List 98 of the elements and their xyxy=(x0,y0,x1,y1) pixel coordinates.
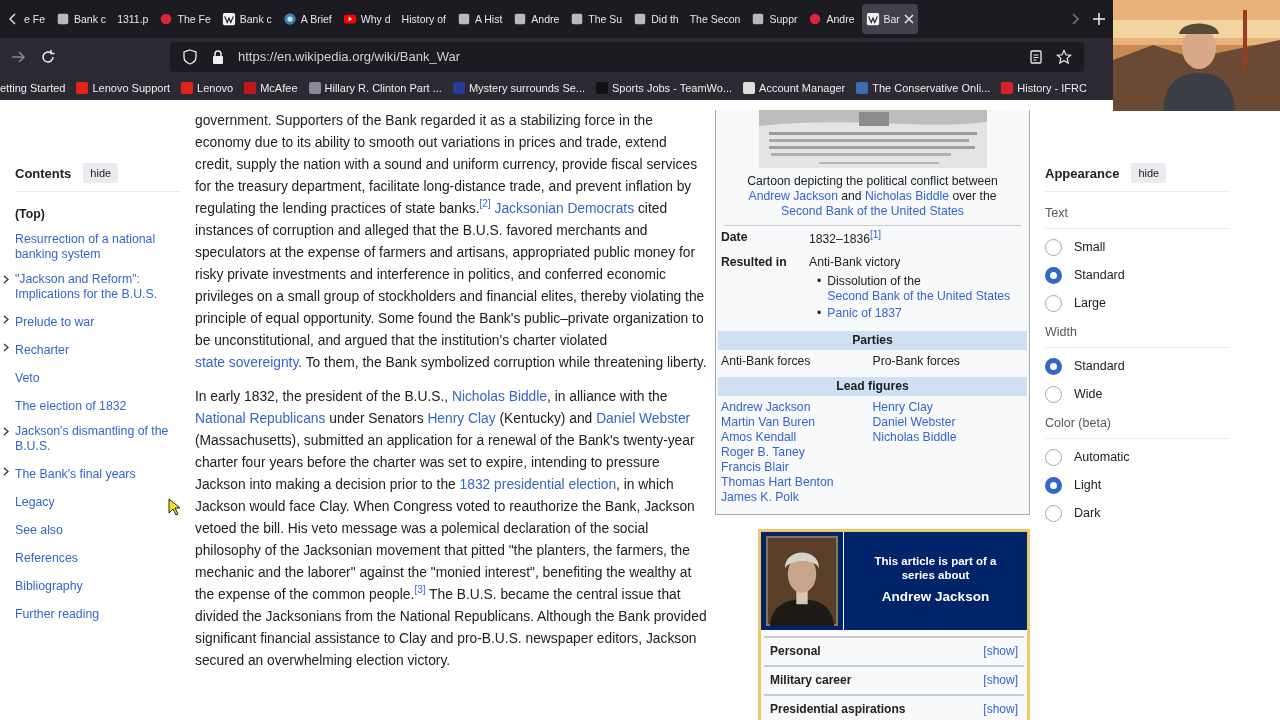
article-link[interactable]: National Republicans xyxy=(195,411,326,426)
result-link[interactable]: Second Bank of the United States xyxy=(827,289,1011,304)
contents-link[interactable]: Bibliography xyxy=(15,579,83,594)
bookmark[interactable]: Mystery surrounds Se... xyxy=(452,81,586,94)
hide-button[interactable]: hide xyxy=(83,163,119,183)
show-toggle[interactable]: [show] xyxy=(983,644,1018,660)
option-label[interactable]: Small xyxy=(1074,240,1106,254)
browser-tab[interactable]: History of xyxy=(397,4,450,34)
bookmark[interactable]: History - IFRC xyxy=(1001,81,1087,94)
row-label: Resulted in xyxy=(721,255,788,272)
figure-link[interactable]: Roger B. Taney xyxy=(721,445,873,461)
contents-link[interactable]: Further reading xyxy=(15,607,100,622)
date-value: 1832–1836$^{[1]}$ xyxy=(809,230,883,248)
browser-tab[interactable]: Suppr xyxy=(747,4,802,34)
contents-link[interactable]: Recharter xyxy=(15,343,69,358)
hide-button[interactable]: hide xyxy=(1131,163,1167,183)
figure-link[interactable]: Amos Kendall xyxy=(721,430,873,446)
contents-link[interactable]: Legacy xyxy=(15,495,55,510)
figure-link[interactable]: Andrew Jackson xyxy=(721,400,873,416)
browser-tab[interactable]: The Secon xyxy=(685,4,745,34)
group-label: Color (beta) xyxy=(1045,408,1230,439)
option-label[interactable]: Large xyxy=(1074,296,1106,310)
bookmark[interactable]: Lenovo xyxy=(181,81,234,94)
section-header: Lead figures xyxy=(718,377,1027,397)
caption-link[interactable]: Nicholas Biddle xyxy=(865,189,950,203)
result-link[interactable]: Panic of 1837 xyxy=(827,306,902,322)
party-name: Pro-Bank forces xyxy=(872,354,961,370)
option-label[interactable]: Standard xyxy=(1074,359,1125,373)
contents-link[interactable]: Resurrection of a national banking system xyxy=(15,232,180,262)
bullet-marker: • xyxy=(817,306,822,322)
figure-link[interactable]: James K. Polk xyxy=(721,490,873,506)
figure-link[interactable]: Martin Van Buren xyxy=(721,415,873,431)
contents-link[interactable]: Veto xyxy=(15,371,40,386)
figure-link[interactable]: Francis Blair xyxy=(721,460,873,476)
series-subject: Andrew Jackson xyxy=(881,588,990,607)
option-label[interactable]: Wide xyxy=(1074,387,1103,401)
browser-tab[interactable]: e Fe xyxy=(20,4,49,34)
figure-link[interactable]: Thomas Hart Benton xyxy=(721,475,873,491)
browser-tab[interactable]: A Brief xyxy=(278,4,336,34)
section-label: Personal xyxy=(770,644,821,660)
bookmark[interactable]: Sports Jobs - TeamWo... xyxy=(596,81,733,94)
contents-link[interactable]: "Jackson and Reform": Implications for the B.U.S. xyxy=(15,272,180,302)
figure-link[interactable]: Nicholas Biddle xyxy=(872,430,1024,446)
contents-link[interactable]: Prelude to war xyxy=(15,315,95,330)
contents-link[interactable]: The election of 1832 xyxy=(15,399,127,414)
group-label: Text xyxy=(1045,198,1230,229)
article-paragraph: government. Supporters of the Bank regarded it as a stabilizing force in the economy due to its ability to smooth out variations in prices and trade, extend credit, supply the nation with a sound and uniform currency, provide fiscal services for the treasury department, facilitate long-distance trade, and prevent inflation by regulating the lending practices of state banks.$^{[2]}$ Jacksonian Democrats cited instances of corruption and alleged that the B.U.S. favored merchants and speculators at the expense of farmers and artisans, appropriated public money for risky private investments and interference in politics, and conferred economic privileges on a small group of stockholders and financial elites, thereby violating the principle of equal opportunity. Some found the Bank's public–private organization to be unconstitutional, and argued that the institution's charter violated state sovereignty. To them, the Bank symbolized corruption while threatening liberty. xyxy=(195,112,707,372)
section-label: Military career xyxy=(770,673,852,689)
browser-tab[interactable]: Bank c xyxy=(217,4,276,34)
browser-tab[interactable]: The Su xyxy=(566,4,627,34)
show-toggle[interactable]: [show] xyxy=(983,702,1018,718)
appearance-heading: Appearance xyxy=(1045,165,1120,181)
option-label[interactable]: Automatic xyxy=(1074,450,1130,464)
bookmark[interactable]: Account Manager xyxy=(743,81,846,94)
article-link[interactable]: Jacksonian Democrats xyxy=(494,201,635,216)
browser-tab[interactable]: Bank c xyxy=(52,4,111,34)
bullet-marker: • xyxy=(817,274,822,291)
party-name: Anti-Bank forces xyxy=(721,354,812,370)
group-label: Width xyxy=(1045,317,1230,348)
contents-link[interactable]: Jackson's dismantling of the B.U.S. xyxy=(15,424,180,454)
contents-link[interactable]: (Top) xyxy=(15,207,45,222)
infobox-caption: Cartoon depicting the political conflict between Andrew Jackson and Nicholas Biddle over the Second Bank of the United States xyxy=(724,168,1021,226)
option-label[interactable]: Dark xyxy=(1074,506,1101,520)
result-value: Anti-Bank victory xyxy=(809,255,902,271)
section-label: Presidential aspirations xyxy=(770,702,906,718)
contents-heading: Contents xyxy=(15,165,72,181)
bookmark[interactable]: Lenovo Support xyxy=(76,81,171,94)
contents-link[interactable]: See also xyxy=(15,523,63,538)
browser-tab[interactable]: The Fe xyxy=(155,4,215,34)
bookmark[interactable]: The Conservative Onli... xyxy=(856,81,991,94)
browser-tab[interactable]: A Hist xyxy=(452,4,507,34)
caption-link[interactable]: Second Bank of the United States xyxy=(781,204,964,218)
option-label[interactable]: Standard xyxy=(1074,268,1125,282)
browser-tab[interactable]: Did th xyxy=(629,4,683,34)
browser-tab[interactable]: Bar xyxy=(861,4,918,34)
article-link[interactable]: Nicholas Biddle xyxy=(451,389,548,404)
contents-link[interactable]: References xyxy=(15,551,78,566)
contents-link[interactable]: The Bank's final years xyxy=(15,467,136,482)
browser-tab[interactable]: 1311.p xyxy=(113,4,153,34)
article-link[interactable]: Daniel Webster xyxy=(596,411,691,426)
caption-link[interactable]: Andrew Jackson xyxy=(748,189,838,203)
result-item: Dissolution of the Second Bank of the United States xyxy=(827,274,1012,305)
bookmark[interactable]: McAfee xyxy=(244,81,298,94)
figure-link[interactable]: Daniel Webster xyxy=(872,415,1024,431)
figure-link[interactable]: Henry Clay xyxy=(872,400,1024,416)
row-label: Date xyxy=(721,230,749,246)
show-toggle[interactable]: [show] xyxy=(983,673,1018,689)
article-link[interactable]: Henry Clay xyxy=(427,411,496,426)
bookmark[interactable]: etting Started xyxy=(0,81,66,94)
section-header: Parties xyxy=(718,331,1027,351)
browser-tab[interactable]: Andre xyxy=(804,4,859,34)
browser-tab[interactable]: Why d xyxy=(338,4,395,34)
address-bar[interactable]: https://en.wikipedia.org/wiki/Bank_War xyxy=(170,41,1084,72)
series-intro: This article is part of a series about xyxy=(873,554,998,583)
option-label[interactable]: Light xyxy=(1074,478,1102,492)
article-paragraph: In early 1832, the president of the B.U.S., Nicholas Biddle, in alliance with the National Republicans under Senators Henry Clay (Kentucky) and Daniel Webster (Massachusetts), submitted an application for a renewal of the Bank's twenty-year charter four years before the charter was set to expire, intending to pressure Jackson into making a decision prior to the 1832 presidential election, in which Jackson would face Clay. When Congress voted to reauthorize the Bank, Jackson vetoed the bill. His veto message was a polemical declaration of the social philosophy of the Jacksonian movement that pitted "the planters, the farmers, the mechanic and the laborer" against the "monied interest", benefiting the wealthy at the expense of the common people.$^{[3]}$ The B.U.S. became the central issue that divided the Jacksonians from the National Republicans. Although the Bank provided significant financial assistance to Clay and pro-B.U.S. newspaper editors, Jackson secured an overwhelming election victory. xyxy=(195,388,707,670)
bookmark[interactable]: Hillary R. Clinton Part ... xyxy=(308,81,442,94)
browser-tab[interactable]: Andre xyxy=(509,4,564,34)
